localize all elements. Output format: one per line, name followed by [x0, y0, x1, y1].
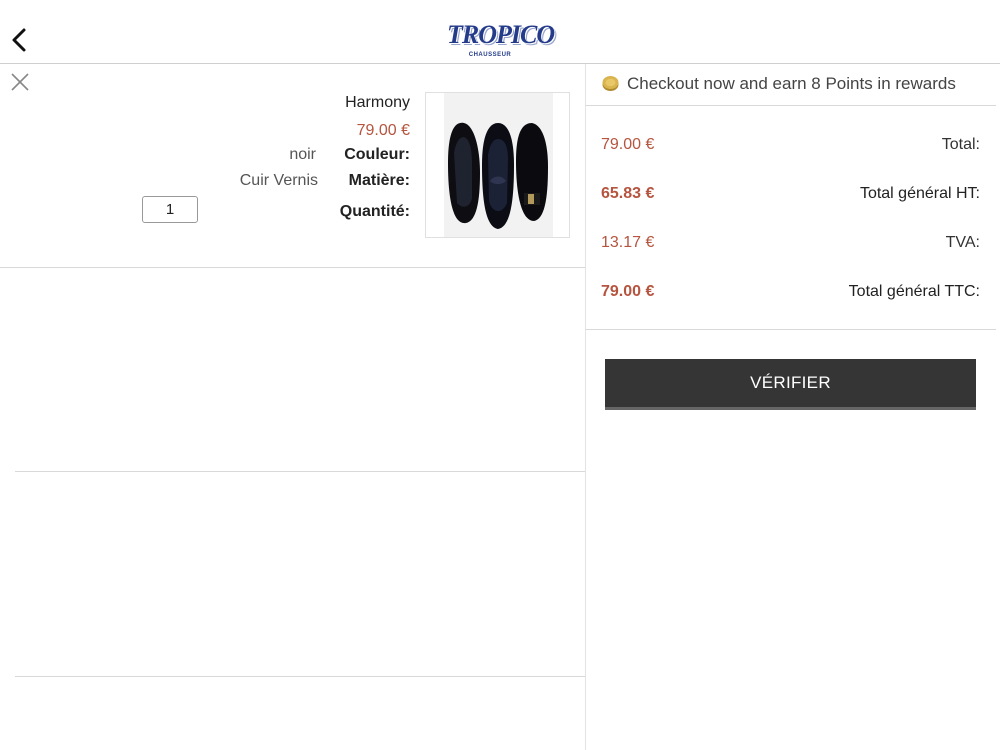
quantity-label: Quantité: — [339, 203, 410, 220]
quantity-input[interactable] — [142, 196, 198, 223]
coin-icon — [602, 75, 619, 92]
material-label: Matière: — [348, 172, 410, 189]
color-value: noir — [289, 146, 316, 163]
total-ht-value: 65.83 € — [601, 185, 655, 202]
color-label: Couleur: — [344, 146, 410, 163]
chevron-left-icon[interactable] — [8, 26, 30, 54]
total-ttc-label: Total général TTC: — [848, 283, 980, 300]
product-name[interactable]: Harmony — [345, 94, 410, 112]
product-image[interactable] — [425, 92, 570, 238]
logo-subtitle: CHAUSSEUR — [468, 52, 512, 58]
summary-divider — [586, 105, 996, 106]
logo-wordmark: TROPICO — [447, 20, 555, 49]
total-ttc-value: 79.00 € — [601, 283, 655, 300]
row-divider — [15, 676, 585, 677]
row-divider — [0, 267, 585, 268]
subtotal-value: 79.00 € — [601, 136, 655, 153]
tva-value: 13.17 € — [601, 234, 655, 251]
summary-divider — [586, 329, 996, 330]
close-icon[interactable] — [10, 72, 30, 92]
total-ht-label: Total général HT: — [859, 185, 980, 202]
cart-items-panel: Harmony 79.00 € noir Couleur: Cuir Verni… — [0, 64, 585, 750]
rewards-banner: Checkout now and earn 8 Points in reward… — [602, 74, 992, 96]
row-divider — [15, 471, 585, 472]
app-header: TROPICO CHAUSSEUR — [0, 0, 1000, 64]
product-price: 79.00 € — [356, 122, 410, 139]
order-summary-panel: Checkout now and earn 8 Points in reward… — [586, 64, 1000, 750]
shoes-illustration — [444, 93, 553, 237]
tva-label: TVA: — [945, 234, 980, 251]
rewards-text: Checkout now and earn 8 Points in reward… — [627, 74, 956, 93]
brand-logo[interactable]: TROPICO CHAUSSEUR — [447, 20, 555, 62]
material-value: Cuir Vernis — [239, 172, 318, 189]
subtotal-label: Total: — [941, 136, 980, 153]
verify-button[interactable]: VÉRIFIER — [605, 359, 976, 410]
